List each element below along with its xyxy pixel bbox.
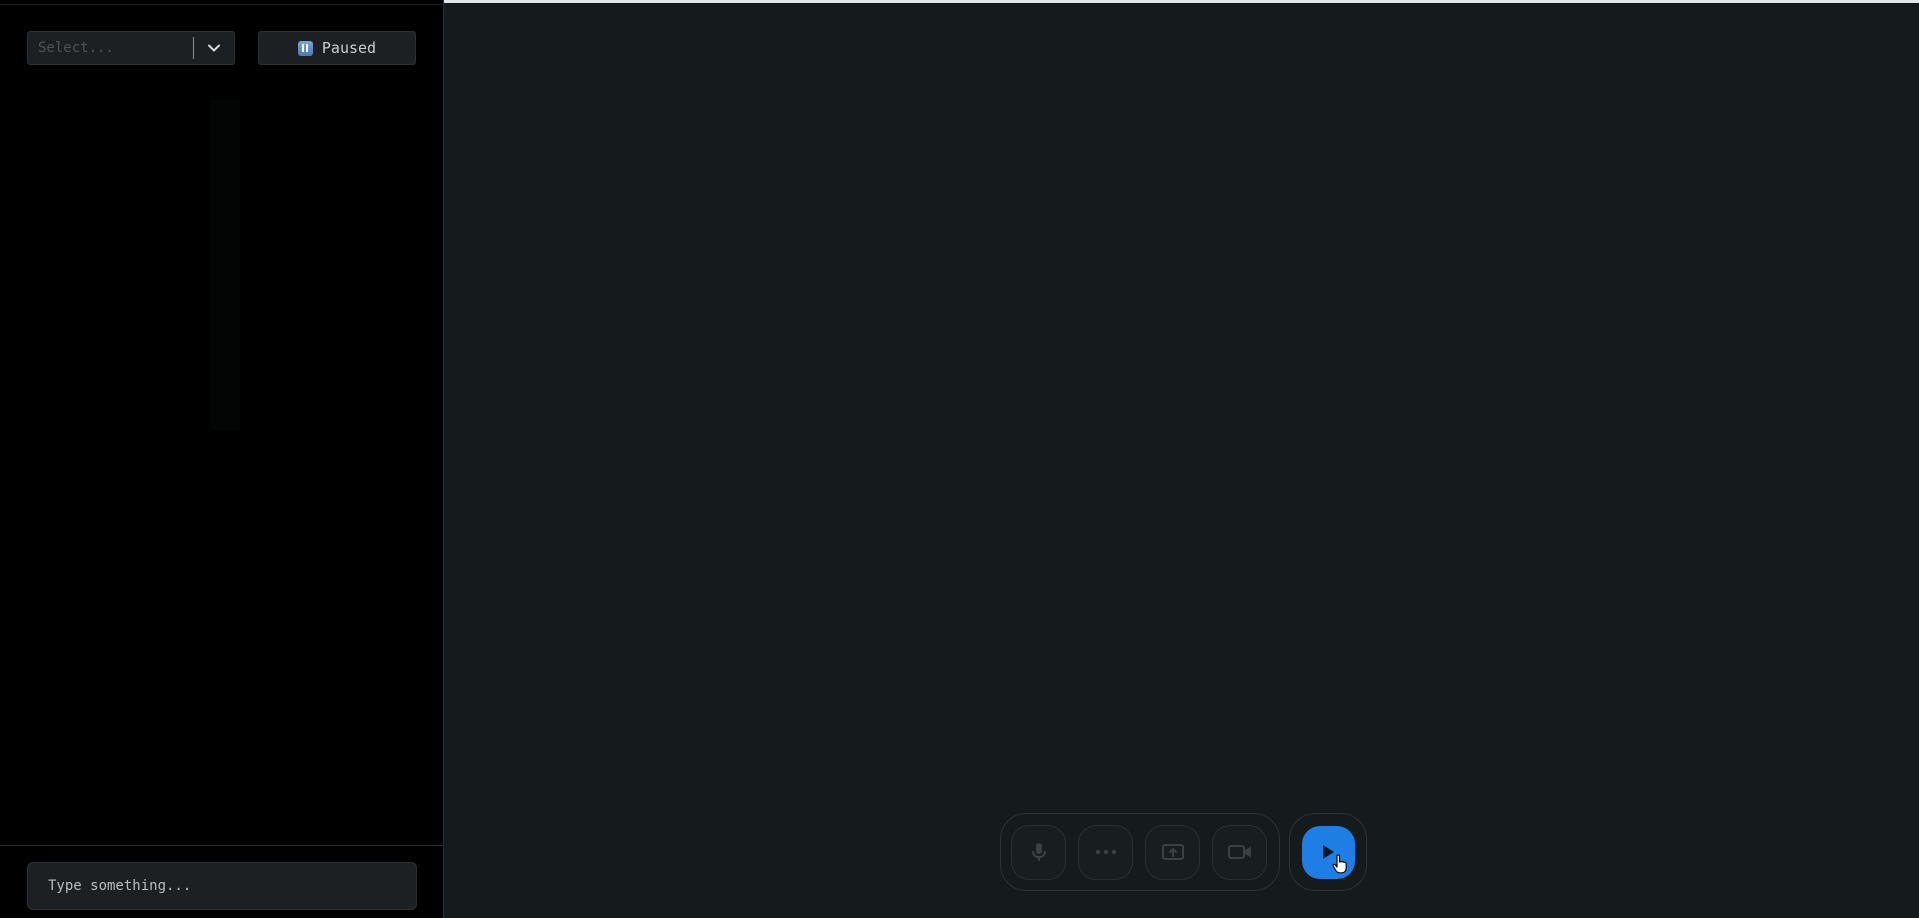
chat-message-input[interactable] — [27, 862, 417, 910]
stream-status-label: Paused — [321, 39, 377, 57]
log-area — [210, 100, 240, 430]
sidebar-top-divider — [0, 4, 443, 5]
video-camera-icon — [1227, 845, 1251, 859]
stream-status-button[interactable]: Paused — [258, 31, 416, 65]
connect-tray — [1289, 813, 1367, 891]
app-window: Select... Paused — [0, 0, 1919, 918]
main-stage — [444, 0, 1919, 918]
model-select-dropdown[interactable]: Select... — [27, 31, 235, 65]
screen-share-button[interactable] — [1145, 824, 1200, 880]
hand-pointer-icon — [1332, 853, 1347, 873]
microphone-icon — [1031, 843, 1046, 861]
more-options-button[interactable] — [1078, 824, 1133, 880]
screen-share-icon — [1161, 844, 1184, 860]
media-control-tray — [1000, 813, 1280, 891]
main-top-border — [444, 0, 1919, 3]
microphone-button[interactable] — [1011, 824, 1066, 880]
sidebar: Select... Paused — [0, 0, 444, 918]
select-placeholder: Select... — [38, 40, 114, 56]
webcam-button[interactable] — [1212, 824, 1267, 880]
connect-play-button[interactable] — [1301, 825, 1355, 879]
pause-icon — [297, 40, 313, 56]
chevron-down-icon[interactable] — [194, 32, 234, 64]
sidebar-bottom-divider — [0, 845, 443, 846]
more-dots-icon — [1095, 849, 1116, 855]
